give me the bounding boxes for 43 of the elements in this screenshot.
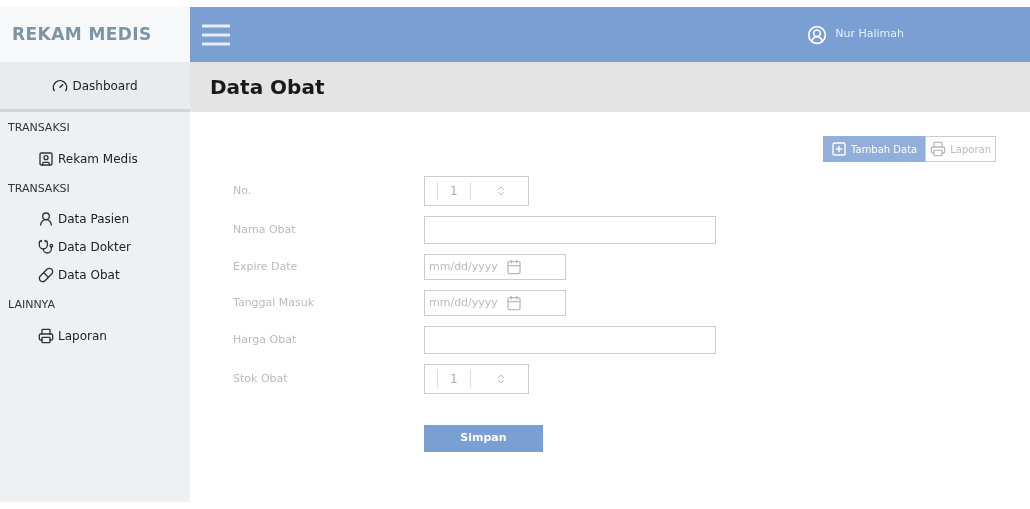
- section-heading: TRANSAKSI: [7, 180, 71, 197]
- plus-icon: [831, 141, 848, 157]
- section-heading: TRANSAKSI: [7, 120, 71, 136]
- id-card-icon: [38, 150, 54, 167]
- printer-icon: [930, 141, 947, 157]
- number-field[interactable]: 1: [424, 176, 529, 206]
- dashboard-link[interactable]: Dashboard: [0, 62, 190, 112]
- user-name[interactable]: Nur Halimah: [835, 26, 904, 43]
- field-value: 1: [437, 370, 471, 388]
- sidebar-item[interactable]: Rekam Medis: [0, 144, 190, 173]
- printer-icon: [38, 327, 54, 344]
- calendar-icon: [505, 295, 522, 311]
- field-placeholder: mm/dd/yyyy: [429, 294, 498, 311]
- field-label: Nama Obat: [233, 221, 297, 238]
- save-button[interactable]: Simpan: [424, 424, 543, 452]
- page-title: Data Obat: [210, 74, 325, 101]
- field-label: Stok Obat: [233, 370, 289, 387]
- sidebar-item[interactable]: Laporan: [0, 321, 190, 350]
- field-label: No.: [233, 182, 253, 199]
- field-label: Tanggal Masuk: [233, 294, 316, 311]
- report-button[interactable]: Laporan: [925, 136, 996, 162]
- menu-icon[interactable]: [202, 23, 230, 46]
- number-field[interactable]: 1: [424, 364, 529, 394]
- sidebar-item[interactable]: Data Pasien: [0, 205, 190, 233]
- stethoscope-icon: [38, 239, 54, 255]
- user-avatar-icon[interactable]: [807, 24, 828, 45]
- sidebar-item[interactable]: Data Dokter: [0, 233, 190, 261]
- person-icon: [38, 211, 54, 227]
- brand-title: REKAM MEDIS: [12, 22, 152, 46]
- calendar-icon: [505, 259, 522, 275]
- section-heading: LAINNYA: [7, 297, 56, 313]
- sidebar-item[interactable]: Data Obat: [0, 261, 190, 289]
- input-field[interactable]: [424, 326, 716, 354]
- field-placeholder: mm/dd/yyyy: [429, 258, 498, 275]
- input-field[interactable]: [424, 216, 716, 244]
- field-value: 1: [437, 182, 471, 200]
- date-field[interactable]: mm/dd/yyyy: [424, 290, 566, 316]
- date-field[interactable]: mm/dd/yyyy: [424, 254, 566, 280]
- gauge-icon: [52, 77, 69, 94]
- field-label: Harga Obat: [233, 331, 298, 348]
- field-label: Expire Date: [233, 258, 299, 275]
- pill-icon: [38, 267, 54, 283]
- add-data-button[interactable]: Tambah Data: [823, 136, 926, 162]
